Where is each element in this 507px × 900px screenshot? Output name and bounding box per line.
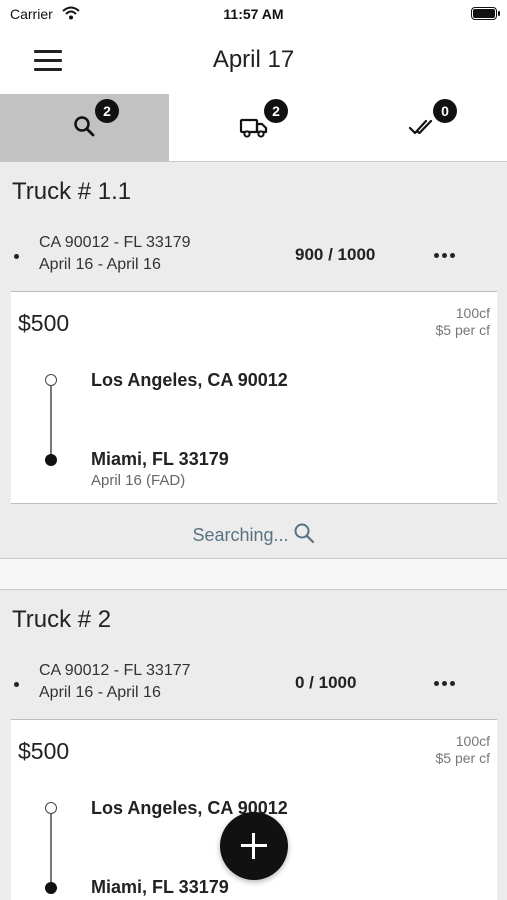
tab-completed[interactable]: 0	[338, 94, 507, 161]
truck-card: Truck # 1.1 CA 90012 - FL 33179 April 16…	[0, 162, 507, 558]
truck-date-range: April 16 - April 16	[39, 684, 161, 701]
load-destination: Miami, FL 33179	[91, 877, 229, 897]
add-truck-button[interactable]	[220, 812, 288, 880]
nav-bar: April 17	[0, 28, 507, 94]
truck-capacity: 900 / 1000	[295, 245, 376, 264]
search-count-badge: 2	[95, 99, 119, 123]
tab-trucks[interactable]: 2	[169, 94, 338, 161]
bullet-dot	[14, 682, 19, 687]
load-rate: $5 per cf	[435, 750, 490, 766]
bullet-dot	[14, 254, 19, 259]
search-icon	[293, 522, 315, 549]
load-volume: 100cf	[455, 305, 490, 321]
truck-title: Truck # 1.1	[12, 178, 132, 205]
load-origin: Los Angeles, CA 90012	[91, 370, 288, 390]
more-options-icon[interactable]	[432, 673, 458, 693]
origin-marker-icon	[45, 802, 57, 814]
battery-icon	[471, 7, 500, 20]
plus-icon	[252, 833, 255, 859]
truck-capacity: 0 / 1000	[295, 673, 357, 692]
load-card[interactable]: $500 100cf $5 per cf Los Angeles, CA 900…	[11, 291, 497, 504]
load-volume: 100cf	[455, 733, 490, 749]
searching-label: Searching...	[192, 525, 289, 545]
route-connector	[50, 386, 52, 456]
tab-search[interactable]: 2	[0, 94, 169, 161]
page-title: April 17	[212, 46, 295, 73]
trucks-count-badge: 2	[264, 99, 288, 123]
more-options-icon[interactable]	[432, 245, 458, 265]
load-destination: Miami, FL 33179	[91, 449, 229, 469]
section-divider	[0, 558, 507, 590]
truck-route: CA 90012 - FL 33179	[39, 234, 191, 251]
load-price: $500	[18, 310, 70, 336]
load-rate: $5 per cf	[435, 322, 490, 338]
status-bar: Carrier 11:57 AM	[0, 0, 507, 28]
searching-status[interactable]: Searching...	[0, 522, 507, 549]
load-deliver-date: April 16 (FAD)	[91, 472, 186, 489]
tab-bar: 2 2 0	[0, 94, 507, 162]
truck-list[interactable]: Truck # 1.1 CA 90012 - FL 33179 April 16…	[0, 162, 507, 900]
truck-title: Truck # 2	[12, 606, 112, 633]
route-connector	[50, 814, 52, 884]
destination-marker-icon	[45, 882, 57, 894]
truck-route: CA 90012 - FL 33177	[39, 662, 191, 679]
truck-date-range: April 16 - April 16	[39, 256, 161, 273]
completed-count-badge: 0	[433, 99, 457, 123]
clock: 11:57 AM	[223, 6, 284, 22]
load-price: $500	[18, 738, 70, 764]
destination-marker-icon	[45, 454, 57, 466]
origin-marker-icon	[45, 374, 57, 386]
